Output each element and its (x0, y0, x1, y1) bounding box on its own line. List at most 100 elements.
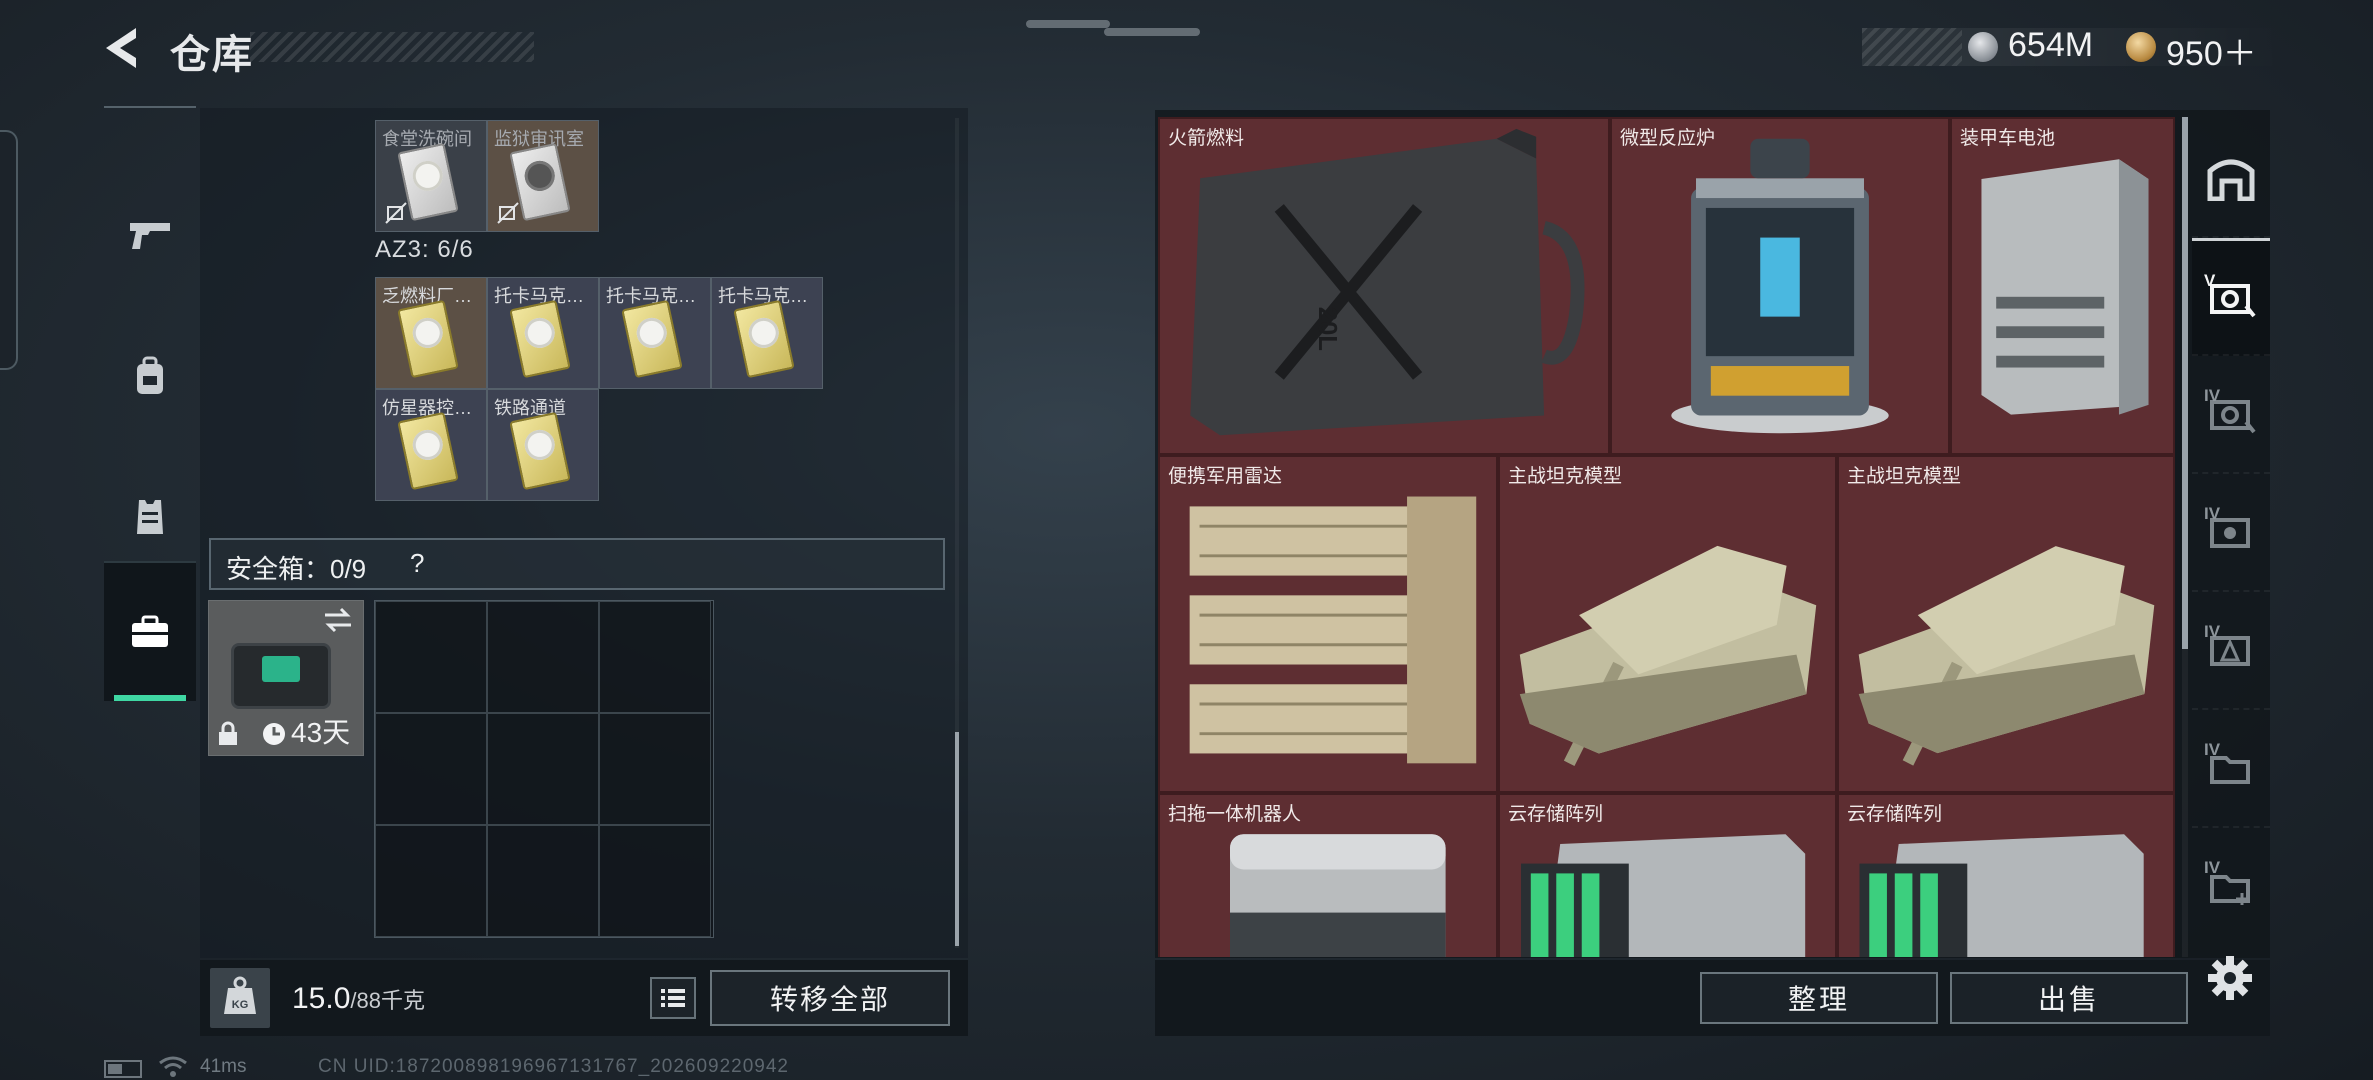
unbound-icon (385, 202, 407, 224)
tank-model-icon (1858, 546, 2155, 766)
keycard-item[interactable]: 铁路通道 (487, 389, 599, 501)
wifi-icon (159, 1056, 187, 1077)
lock-icon (219, 721, 237, 745)
back-arrow-icon (106, 28, 136, 68)
list-view-button[interactable] (650, 977, 696, 1019)
battery-icon (1981, 159, 2149, 415)
tab-category-iv[interactable]: IV (2192, 356, 2270, 474)
stash-item[interactable]: 云存储阵列 (1498, 793, 1837, 957)
item-name: 火箭燃料 (1168, 128, 1245, 149)
transfer-all-button[interactable]: 转移全部 (710, 970, 950, 1026)
stash-grid[interactable]: 20L 火箭燃料 微型反应炉 装甲车电池 便携军用雷达 主战坦克模型 主战坦克模… (1158, 117, 2175, 957)
building-icon (2207, 159, 2255, 201)
edge-drawer-handle[interactable] (0, 130, 18, 370)
settings-button[interactable] (2202, 950, 2258, 1006)
title-decoration (250, 32, 534, 62)
list-icon (661, 989, 685, 1007)
item-name: 云存储阵列 (1508, 804, 1604, 825)
equipment-tabs (104, 106, 196, 711)
carry-weight-value: 15.0 (292, 982, 351, 1015)
keycard-item[interactable]: 乏燃料厂… (375, 277, 487, 389)
fuel-can-icon: 20L (1190, 128, 1585, 436)
tab-category-v[interactable]: V (2192, 238, 2270, 356)
currency-decoration (1862, 28, 1962, 66)
carry-weight-limit: /88千克 (350, 988, 425, 1013)
keycard-item[interactable]: 食堂洗碗间 (375, 120, 487, 232)
keycard-item[interactable]: 托卡马克… (487, 277, 599, 389)
stash-item[interactable]: 便携军用雷达 (1158, 455, 1498, 793)
keycard-icon (397, 411, 459, 491)
tank-model-icon (1519, 545, 1817, 766)
tab-tier: IV (2204, 858, 2221, 877)
ping-readout: 41ms (200, 1056, 247, 1077)
tab-weapons[interactable] (104, 166, 196, 306)
tab-tier: IV (2204, 386, 2221, 405)
tab-backpack[interactable] (104, 306, 196, 446)
keycard-icon (397, 299, 459, 379)
item-name: 扫拖一体机器人 (1168, 804, 1302, 825)
safe-box-capacity: 安全箱：0/9 (226, 554, 367, 584)
tab-tier: IV (2204, 504, 2221, 523)
silver-currency-amount: 654M (2008, 26, 2094, 64)
stash-item[interactable]: 20L 火箭燃料 (1158, 117, 1610, 455)
keycard-item[interactable]: 仿星器控… (375, 389, 487, 501)
vest-icon (137, 500, 163, 534)
keycard-icon (733, 299, 795, 379)
keycard-item[interactable]: 托卡马克… (711, 277, 823, 389)
item-name: 便携军用雷达 (1168, 466, 1283, 487)
item-name: 云存储阵列 (1847, 804, 1943, 825)
carry-weight: 15.0/88千克 (292, 982, 425, 1016)
silver-coin-icon (1968, 32, 1998, 62)
briefcase-icon (132, 615, 168, 647)
tab-category-iv[interactable]: IV (2192, 474, 2270, 592)
safe-case-item[interactable]: 43天 (208, 600, 364, 756)
fuel-can-label: 20L (1313, 307, 1341, 351)
keycard-item[interactable]: 监狱审讯室 (487, 120, 599, 232)
item-name: 主战坦克模型 (1847, 466, 1962, 487)
tab-tier: V (2204, 271, 2216, 290)
keycard-icon (621, 299, 683, 379)
page-title: 仓库 (170, 33, 254, 77)
reactor-icon (1671, 138, 1889, 434)
stash-item[interactable]: 扫拖一体机器人 (1158, 793, 1498, 957)
organize-button[interactable]: 整理 (1700, 972, 1938, 1024)
safe-case-icon (231, 643, 331, 709)
tab-storage[interactable] (2192, 120, 2270, 238)
tab-safe-box[interactable] (104, 561, 196, 701)
radar-icon (1189, 496, 1477, 764)
item-name: 主战坦克模型 (1508, 466, 1623, 487)
item-name: 微型反应炉 (1620, 128, 1716, 149)
back-button[interactable] (96, 20, 152, 76)
stash-item[interactable]: 主战坦克模型 (1837, 455, 2175, 793)
item-name: 装甲车电池 (1960, 128, 2056, 149)
tab-category-iv[interactable]: IV (2192, 710, 2270, 828)
stash-item[interactable]: 主战坦克模型 (1498, 455, 1837, 793)
keycard-item[interactable]: 托卡马克… (599, 277, 711, 389)
gear-icon (2208, 956, 2252, 1000)
clock-icon (263, 723, 285, 745)
svg-text:KG: KG (232, 999, 249, 1011)
stash-scrollbar-thumb[interactable] (2182, 117, 2188, 649)
tab-category-iv[interactable]: IV (2192, 828, 2270, 946)
backpack-icon (137, 356, 163, 394)
user-id: CN UID:187200898196967131767_20260922094… (318, 1056, 789, 1077)
stash-item[interactable]: 微型反应炉 (1610, 117, 1950, 455)
unbound-icon (497, 202, 519, 224)
keycard-icon (509, 411, 571, 491)
pistol-icon (130, 223, 170, 249)
tab-tier: IV (2204, 622, 2221, 641)
gold-currency-amount[interactable]: 950＋ (2166, 26, 2257, 75)
stash-item[interactable]: 云存储阵列 (1837, 793, 2175, 957)
keycard-icon (509, 299, 571, 379)
swap-icon[interactable] (321, 607, 355, 633)
weight-icon: KG (210, 968, 270, 1028)
safe-box-grid[interactable] (374, 600, 714, 938)
tab-category-iv[interactable]: IV (2192, 592, 2270, 710)
gold-coin-icon (2126, 32, 2156, 62)
sell-button[interactable]: 出售 (1950, 972, 2188, 1024)
stash-item[interactable]: 装甲车电池 (1950, 117, 2175, 455)
az3-count-label: AZ3: 6/6 (375, 236, 474, 263)
help-button[interactable]: ? (410, 548, 424, 579)
inventory-scrollbar-thumb[interactable] (955, 732, 959, 946)
tab-tier: IV (2204, 740, 2221, 759)
